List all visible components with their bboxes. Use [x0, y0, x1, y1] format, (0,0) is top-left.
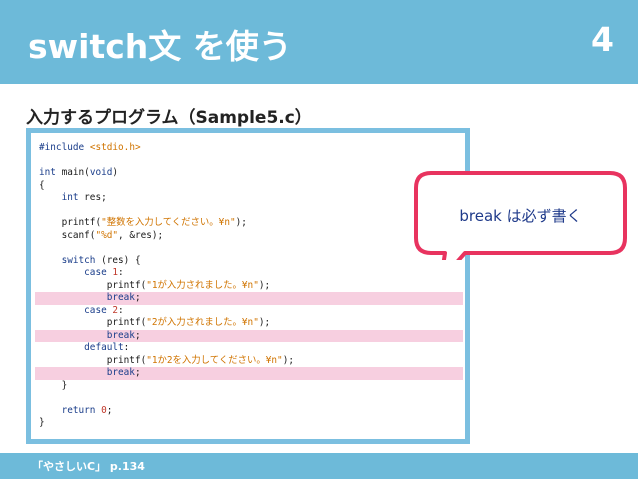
code-line: case 2:	[84, 304, 124, 316]
code-line: #include <stdio.h>	[39, 142, 141, 153]
code-line-highlighted: break;	[35, 367, 463, 380]
code-line: printf("整数を入力してください。¥n");	[39, 217, 247, 228]
slide-header: switch文 を使う 4	[0, 0, 638, 84]
code-line: printf("1が入力されました。¥n");	[39, 279, 271, 291]
code-line: }	[39, 417, 45, 428]
code-line: return 0;	[61, 404, 113, 416]
code-line: {	[39, 179, 45, 191]
code-line: int res;	[61, 192, 107, 203]
footer-reference: 「やさしいC」 p.134	[32, 460, 145, 473]
code-line-highlighted: break;	[35, 329, 463, 342]
slide-title: switch文 を使う	[28, 27, 292, 66]
code-line: default:	[84, 342, 130, 353]
code-line: case 1:	[84, 267, 124, 278]
code-line-highlighted: break;	[35, 292, 463, 305]
code-box: #include <stdio.h> int main(void){ int r…	[26, 128, 470, 444]
speech-bubble: break は必ず書く	[413, 170, 628, 260]
code-line: scanf("%d", &res);	[39, 229, 164, 241]
code-line: }	[39, 379, 68, 391]
code-line: int main(void)	[39, 167, 119, 178]
code-listing: #include <stdio.h> int main(void){ int r…	[35, 142, 465, 430]
slide-footer: 「やさしいC」 p.134	[0, 453, 638, 479]
slide-subtitle: 入力するプログラム（Sample5.c）	[26, 108, 312, 128]
code-line: printf("2が入力されました。¥n");	[39, 317, 271, 328]
slide-number: 4	[591, 20, 614, 59]
code-line: switch (res) {	[61, 254, 141, 266]
speech-bubble-text: break は必ず書く	[459, 206, 582, 225]
code-line: printf("1か2を入力してください。¥n");	[39, 354, 294, 366]
